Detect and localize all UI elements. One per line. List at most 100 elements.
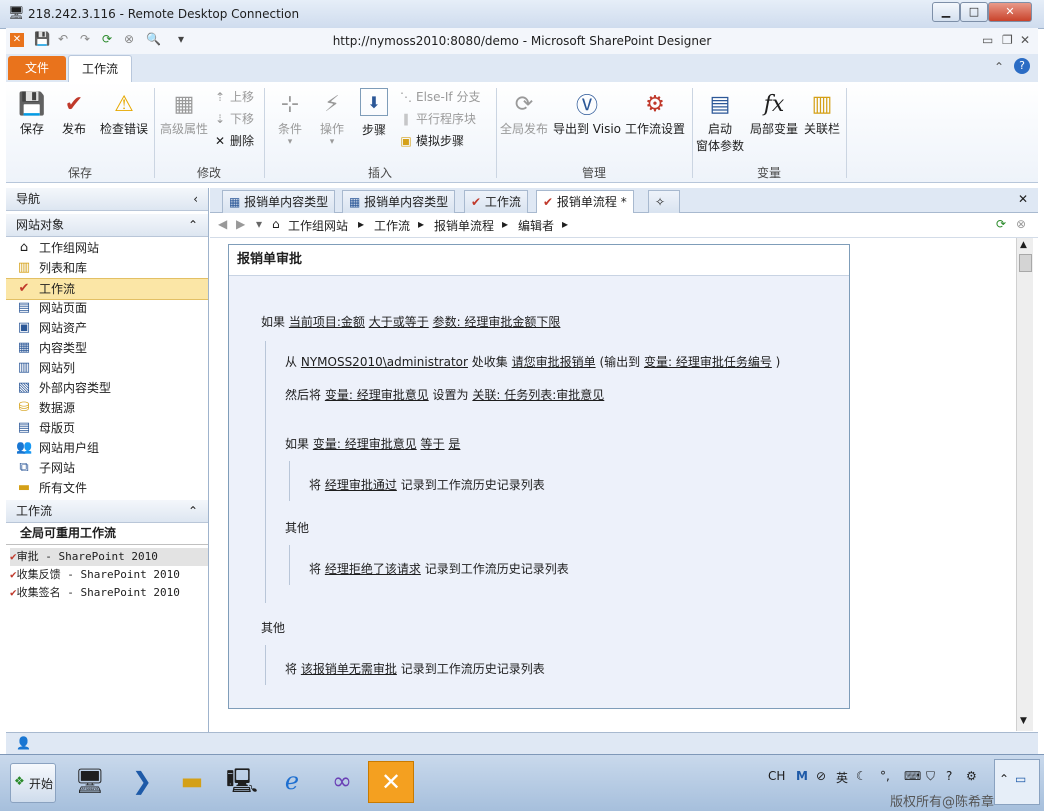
else-if-button[interactable]: ⋱ Else-If 分支 — [398, 88, 480, 105]
breadcrumb-item[interactable]: 工作组网站 — [288, 217, 348, 234]
condition-value-link[interactable]: 是 — [448, 437, 460, 451]
help-icon[interactable]: ? — [946, 769, 952, 783]
workflow-item[interactable]: ✔收集反馈 - SharePoint 2010 — [10, 566, 208, 584]
value-link[interactable]: 关联: 任务列表:审批意见 — [472, 388, 604, 402]
local-variables-button[interactable]: fx 局部变量 — [748, 88, 800, 137]
condition-value-link[interactable]: 参数: 经理审批金额下限 — [433, 315, 561, 329]
else-keyword[interactable]: 其他 — [261, 619, 285, 636]
back-icon[interactable]: ◀ — [218, 217, 227, 231]
doc-tab-active[interactable]: ✔ 报销单流程 * — [536, 190, 634, 214]
chevron-up-icon[interactable]: ⌃ — [188, 500, 198, 522]
tab-file[interactable]: 文件 — [8, 56, 66, 80]
condition-field-link[interactable]: 当前项目:金额 — [289, 315, 365, 329]
global-publish-button[interactable]: ⟳ 全局发布 — [498, 88, 550, 137]
vertical-scrollbar[interactable]: ▲ ▼ — [1016, 238, 1033, 731]
move-down-button[interactable]: ⇣ 下移 — [212, 110, 254, 127]
condition-line[interactable]: 如果 变量: 经理审批意见 等于 是 — [285, 435, 460, 452]
data-link[interactable]: 请您审批报销单 — [512, 355, 596, 369]
association-columns-button[interactable]: ▥ 关联栏 — [802, 88, 842, 137]
log-action[interactable]: 将 该报销单无需审批 记录到工作流历史记录列表 — [285, 660, 545, 677]
nav-item-content-types[interactable]: ▦ 内容类型 — [6, 338, 208, 358]
message-link[interactable]: 该报销单无需审批 — [301, 662, 397, 676]
condition-operator-link[interactable]: 大于或等于 — [369, 315, 429, 329]
message-link[interactable]: 经理拒绝了该请求 — [325, 562, 421, 576]
condition-button[interactable]: ⊹ 条件 ▾ — [270, 88, 310, 148]
condition-line[interactable]: 如果 当前项目:金额 大于或等于 参数: 经理审批金额下限 — [261, 313, 560, 330]
settings-icon[interactable]: ⚙ — [966, 769, 977, 783]
workflow-settings-button[interactable]: ⚙ 工作流设置 — [624, 88, 686, 137]
export-visio-button[interactable]: Ⓥ 导出到 Visio — [552, 88, 622, 137]
publish-button[interactable]: ✔ 发布 — [54, 88, 94, 137]
ime-mode-icon[interactable]: ⊘ — [816, 769, 826, 783]
network-tray-icon[interactable]: ▭ — [1015, 772, 1026, 786]
move-up-button[interactable]: ⇡ 上移 — [212, 88, 254, 105]
keyboard-icon[interactable]: ⌨ — [904, 769, 921, 783]
workflow-step[interactable]: 报销单审批 如果 当前项目:金额 大于或等于 参数: 经理审批金额下限 从 NY… — [228, 244, 850, 709]
doc-tab[interactable]: ▦ 报销单内容类型 — [342, 190, 456, 213]
condition-operator-link[interactable]: 等于 — [421, 437, 445, 451]
ime-m-icon[interactable]: M — [796, 769, 808, 783]
new-tab-button[interactable]: ✧ — [648, 190, 680, 213]
visual-studio-icon[interactable]: ∞ — [320, 761, 364, 801]
log-action[interactable]: 将 经理审批通过 记录到工作流历史记录列表 — [309, 476, 545, 493]
delete-button[interactable]: ✕ 删除 — [212, 132, 254, 149]
stop-icon[interactable]: ⊗ — [1016, 217, 1026, 231]
output-variable-link[interactable]: 变量: 经理审批任务编号 — [644, 355, 772, 369]
powershell-icon[interactable]: ❯ — [120, 761, 164, 801]
step-button[interactable]: ⬇ 步骤 — [354, 88, 394, 138]
help-icon[interactable]: ? — [1014, 58, 1030, 74]
nav-item-site-groups[interactable]: 👥 网站用户组 — [6, 438, 208, 458]
nav-item-external-content-types[interactable]: ▧ 外部内容类型 — [6, 378, 208, 398]
collect-data-action[interactable]: 从 NYMOSS2010\administrator 处收集 请您审批报销单 (… — [285, 353, 780, 370]
nav-item-workflows[interactable]: ✔ 工作流 — [6, 278, 208, 300]
nav-item-site-columns[interactable]: ▥ 网站列 — [6, 358, 208, 378]
app-minimize-icon[interactable]: ▭ — [982, 33, 993, 47]
workflow-item[interactable]: ✔审批 - SharePoint 2010 — [10, 548, 208, 566]
workflows-section-header[interactable]: 工作流 ⌃ — [6, 500, 208, 523]
ime-english-indicator[interactable]: 英 — [836, 769, 848, 786]
nav-item-all-files[interactable]: ▬ 所有文件 — [6, 478, 208, 498]
nav-item-master-pages[interactable]: ▤ 母版页 — [6, 418, 208, 438]
nav-item-team-site[interactable]: ⌂ 工作组网站 — [6, 238, 208, 258]
breadcrumb-item[interactable]: 编辑者 — [518, 217, 554, 234]
sharepoint-designer-taskbar-icon[interactable]: ✕ — [368, 761, 414, 803]
site-objects-header[interactable]: 网站对象 ⌃ — [6, 214, 208, 237]
shield-icon[interactable]: ⛉ — [926, 769, 935, 784]
scroll-up-icon[interactable]: ▲ — [1020, 240, 1027, 250]
log-action[interactable]: 将 经理拒绝了该请求 记录到工作流历史记录列表 — [309, 560, 569, 577]
step-header[interactable]: 报销单审批 — [229, 245, 849, 276]
condition-field-link[interactable]: 变量: 经理审批意见 — [313, 437, 417, 451]
advanced-properties-button[interactable]: ▦ 高级属性 — [158, 88, 210, 137]
check-errors-button[interactable]: ⚠ 检查错误 — [96, 88, 152, 137]
minimize-button[interactable]: ▁ — [932, 2, 960, 22]
action-button[interactable]: ⚡ 操作 ▾ — [312, 88, 352, 148]
nav-item-subsites[interactable]: ⧉ 子网站 — [6, 458, 208, 478]
nav-item-site-assets[interactable]: ▣ 网站资产 — [6, 318, 208, 338]
save-button[interactable]: 💾 保存 — [12, 88, 52, 137]
parallel-block-button[interactable]: ∥ 平行程序块 — [398, 110, 476, 127]
initiation-form-params-button[interactable]: ▤ 启动 窗体参数 — [694, 88, 746, 154]
ime-moon-icon[interactable]: ☾ — [856, 769, 867, 783]
internet-explorer-icon[interactable]: ℯ — [270, 761, 314, 801]
tab-workflow[interactable]: 工作流 — [68, 55, 132, 83]
user-link[interactable]: NYMOSS2010\administrator — [301, 355, 468, 369]
message-link[interactable]: 经理审批通过 — [325, 478, 397, 492]
variable-link[interactable]: 变量: 经理审批意见 — [325, 388, 429, 402]
close-button[interactable]: ✕ — [988, 2, 1032, 22]
collapse-ribbon-icon[interactable]: ⌃ — [994, 60, 1004, 74]
network-icon[interactable]: 🖳 — [220, 761, 264, 801]
explorer-folder-icon[interactable]: ▬ — [170, 761, 214, 801]
refresh-icon[interactable]: ⟳ — [996, 217, 1006, 231]
else-keyword[interactable]: 其他 — [285, 519, 309, 536]
app-restore-icon[interactable]: ❐ — [1002, 33, 1013, 47]
set-variable-action[interactable]: 然后将 变量: 经理审批意见 设置为 关联: 任务列表:审批意见 — [285, 386, 604, 403]
doc-tab[interactable]: ▦ 报销单内容类型 — [222, 190, 336, 213]
language-indicator[interactable]: CH — [768, 769, 785, 783]
breadcrumb-item[interactable]: 工作流 — [374, 217, 410, 234]
scroll-thumb[interactable] — [1019, 254, 1032, 272]
breadcrumb-item[interactable]: 报销单流程 — [434, 217, 494, 234]
nav-item-data-sources[interactable]: ⛁ 数据源 — [6, 398, 208, 418]
workflow-item[interactable]: ✔收集签名 - SharePoint 2010 — [10, 584, 208, 602]
start-button[interactable]: ❖ 开始 — [10, 763, 56, 803]
app-close-icon[interactable]: ✕ — [1020, 33, 1030, 47]
